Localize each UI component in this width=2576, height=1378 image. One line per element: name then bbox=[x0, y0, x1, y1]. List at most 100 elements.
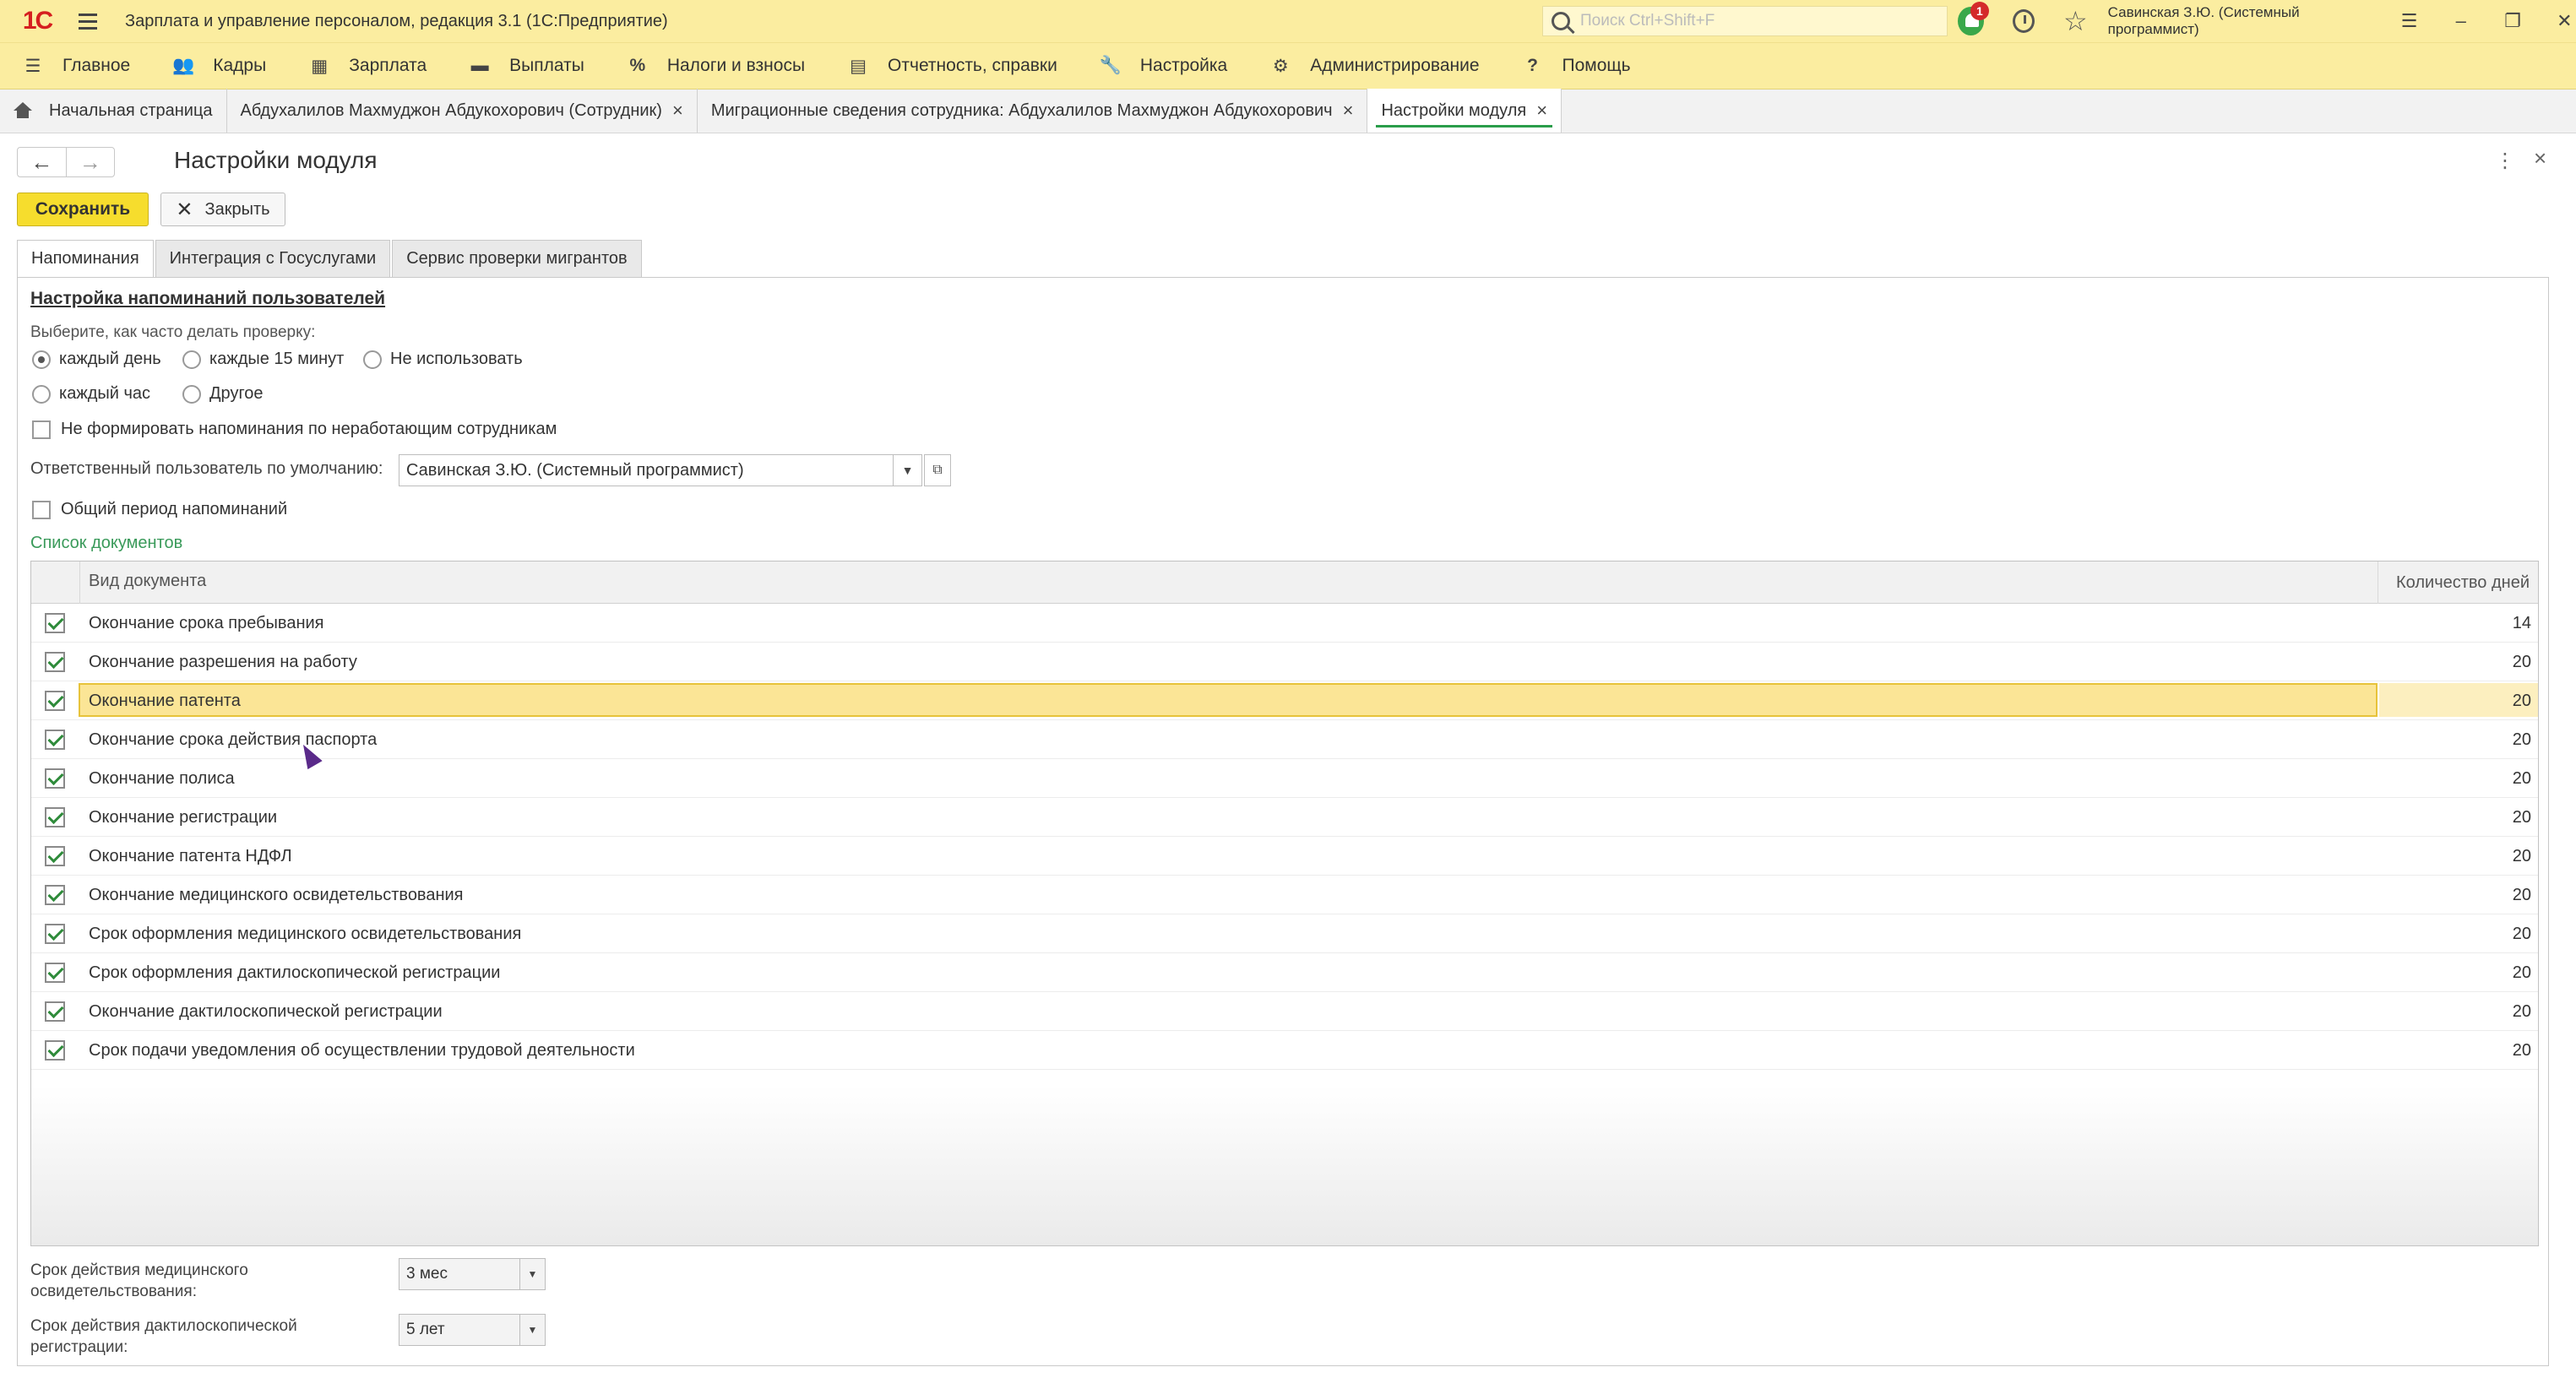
table-row[interactable]: Окончание дактилоскопической регистрации… bbox=[31, 992, 2538, 1031]
notifications-bell-icon[interactable]: 1 bbox=[1958, 2, 1989, 35]
radio-daily[interactable]: каждый день bbox=[32, 350, 161, 369]
medical-validity-select[interactable]: 3 мес ▼ bbox=[399, 1258, 546, 1290]
menu-item-settings[interactable]: 🔧 Настройка bbox=[1100, 55, 1227, 77]
minimize-icon[interactable]: – bbox=[2449, 10, 2472, 32]
more-actions-icon[interactable]: ⋮ bbox=[2495, 149, 2515, 173]
table-row[interactable]: Окончание регистрации 20 bbox=[31, 798, 2538, 837]
menu-item-payments[interactable]: ▬ Выплаты bbox=[469, 55, 584, 77]
document-type-cell: Окончание патента bbox=[89, 692, 241, 710]
menu-label: Администрирование bbox=[1310, 56, 1480, 75]
days-count-cell[interactable]: 20 bbox=[2378, 886, 2531, 905]
tab-home[interactable]: Начальная страница bbox=[0, 89, 227, 133]
row-checkbox-checked-icon[interactable] bbox=[45, 963, 65, 983]
row-checkbox-checked-icon[interactable] bbox=[45, 885, 65, 905]
menu-item-taxes[interactable]: % Налоги и взносы bbox=[627, 55, 805, 77]
days-count-cell[interactable]: 20 bbox=[2378, 1041, 2531, 1061]
days-count-cell[interactable]: 14 bbox=[2378, 614, 2531, 633]
menu-item-help[interactable]: ? Помощь bbox=[1522, 55, 1631, 77]
table-row[interactable]: Окончание патента НДФЛ 20 bbox=[31, 837, 2538, 876]
tab-module-settings[interactable]: Настройки модуля × bbox=[1367, 89, 1562, 133]
settings-menu-icon[interactable]: ☰ bbox=[2398, 10, 2421, 32]
fingerprint-validity-select[interactable]: 5 лет ▼ bbox=[399, 1314, 546, 1346]
history-icon[interactable] bbox=[2012, 9, 2035, 33]
tab-migrant-check[interactable]: Сервис проверки мигрантов bbox=[392, 240, 642, 277]
row-checkbox-checked-icon[interactable] bbox=[45, 1001, 65, 1022]
tab-reminders[interactable]: Напоминания bbox=[17, 240, 154, 277]
current-user[interactable]: Савинская З.Ю. (Системный программист) bbox=[2108, 4, 2369, 38]
table-row[interactable]: Окончание разрешения на работу 20 bbox=[31, 643, 2538, 681]
menu-item-reports[interactable]: ▤ Отчетность, справки bbox=[847, 55, 1057, 77]
radio-other[interactable]: Другое bbox=[182, 384, 264, 404]
row-checkbox-checked-icon[interactable] bbox=[45, 807, 65, 827]
tab-migration-info[interactable]: Миграционные сведения сотрудника: Абдуха… bbox=[698, 89, 1368, 133]
row-checkbox-checked-icon[interactable] bbox=[45, 652, 65, 672]
close-button-label: Закрыть bbox=[204, 199, 270, 219]
table-row[interactable]: Срок оформления медицинского освидетельс… bbox=[31, 914, 2538, 953]
days-count-cell[interactable]: 20 bbox=[2378, 653, 2531, 672]
table-row[interactable]: Срок подачи уведомления об осуществлении… bbox=[31, 1031, 2538, 1070]
close-button[interactable]: ✕ Закрыть bbox=[160, 193, 285, 226]
responsible-user-label: Ответственный пользователь по умолчанию: bbox=[30, 459, 383, 478]
open-windows-tabs: Начальная страница Абдухалилов Махмуджон… bbox=[0, 89, 2576, 133]
menu-item-hr[interactable]: 👥 Кадры bbox=[172, 55, 266, 77]
wrench-icon: 🔧 bbox=[1099, 56, 1122, 75]
row-checkbox-checked-icon[interactable] bbox=[45, 924, 65, 944]
tab-gosuslugi[interactable]: Интеграция с Госуслугами bbox=[155, 240, 391, 277]
open-link-icon[interactable]: ⧉ bbox=[924, 454, 951, 486]
window-close-icon[interactable]: ✕ bbox=[2553, 10, 2576, 32]
forward-arrow-icon[interactable]: → bbox=[65, 148, 115, 176]
days-count-cell[interactable]: 20 bbox=[2378, 1002, 2531, 1022]
dropdown-arrow-icon[interactable]: ▼ bbox=[519, 1259, 545, 1289]
days-count-cell[interactable]: 20 bbox=[2378, 692, 2531, 711]
days-count-cell[interactable]: 20 bbox=[2378, 808, 2531, 827]
radio-icon bbox=[182, 384, 201, 404]
row-checkbox-checked-icon[interactable] bbox=[45, 768, 65, 789]
row-checkbox-checked-icon[interactable] bbox=[45, 1040, 65, 1061]
days-count-cell[interactable]: 20 bbox=[2378, 730, 2531, 750]
hamburger-menu-icon[interactable] bbox=[71, 0, 105, 42]
people-icon: 👥 bbox=[172, 56, 195, 75]
restore-icon[interactable]: ❐ bbox=[2501, 10, 2524, 32]
document-type-cell: Окончание срока действия паспорта bbox=[89, 730, 378, 749]
days-count-cell[interactable]: 20 bbox=[2378, 847, 2531, 866]
radio-hourly[interactable]: каждый час bbox=[32, 384, 150, 404]
menu-item-main[interactable]: ☰ Главное bbox=[22, 55, 131, 77]
days-count-cell[interactable]: 20 bbox=[2378, 925, 2531, 944]
table-row[interactable]: Окончание срока действия паспорта 20 bbox=[31, 720, 2538, 759]
menu-item-admin[interactable]: ⚙ Администрирование bbox=[1269, 55, 1480, 77]
app-title: Зарплата и управление персоналом, редакц… bbox=[125, 11, 668, 30]
back-arrow-icon[interactable]: ← bbox=[18, 148, 66, 176]
header-document-type[interactable]: Вид документа bbox=[89, 572, 206, 591]
radio-every-15-min[interactable]: каждые 15 минут bbox=[182, 350, 344, 369]
row-checkbox-checked-icon[interactable] bbox=[45, 846, 65, 866]
favorites-star-icon[interactable]: ☆ bbox=[2063, 8, 2088, 35]
dropdown-arrow-icon[interactable]: ▼ bbox=[519, 1315, 545, 1345]
close-tab-icon[interactable]: × bbox=[1536, 100, 1547, 122]
save-button[interactable]: Сохранить bbox=[17, 193, 149, 226]
header-days-count[interactable]: Количество дней bbox=[2378, 562, 2538, 604]
row-checkbox-checked-icon[interactable] bbox=[45, 691, 65, 711]
close-tab-icon[interactable]: × bbox=[1343, 100, 1354, 122]
responsible-user-field[interactable]: Савинская З.Ю. (Системный программист) bbox=[399, 454, 894, 486]
table-row[interactable]: Срок оформления дактилоскопической регис… bbox=[31, 953, 2538, 992]
table-row[interactable]: Окончание полиса 20 bbox=[31, 759, 2538, 798]
dropdown-arrow-icon[interactable]: ▼ bbox=[894, 454, 922, 486]
form-close-icon[interactable]: × bbox=[2534, 145, 2546, 171]
table-row[interactable]: Окончание патента 20 bbox=[31, 681, 2538, 720]
checkbox-common-period[interactable]: Общий период напоминаний bbox=[32, 500, 287, 519]
menu-label: Зарплата bbox=[349, 56, 427, 75]
radio-label: каждый день bbox=[59, 350, 161, 368]
days-count-cell[interactable]: 20 bbox=[2378, 769, 2531, 789]
checkbox-skip-inactive[interactable]: Не формировать напоминания по неработающ… bbox=[32, 420, 557, 439]
document-type-cell: Окончание патента НДФЛ bbox=[89, 847, 292, 865]
close-tab-icon[interactable]: × bbox=[672, 100, 683, 122]
table-row[interactable]: Окончание медицинского освидетельствован… bbox=[31, 876, 2538, 914]
row-checkbox-checked-icon[interactable] bbox=[45, 730, 65, 750]
row-checkbox-checked-icon[interactable] bbox=[45, 613, 65, 633]
menu-item-salary[interactable]: ▦ Зарплата bbox=[308, 55, 427, 77]
table-row[interactable]: Окончание срока пребывания 14 bbox=[31, 604, 2538, 643]
global-search-input[interactable]: Поиск Ctrl+Shift+F bbox=[1542, 6, 1948, 36]
radio-not-used[interactable]: Не использовать bbox=[363, 350, 523, 369]
days-count-cell[interactable]: 20 bbox=[2378, 963, 2531, 983]
tab-employee[interactable]: Абдухалилов Махмуджон Абдукохорович (Сот… bbox=[227, 89, 698, 133]
